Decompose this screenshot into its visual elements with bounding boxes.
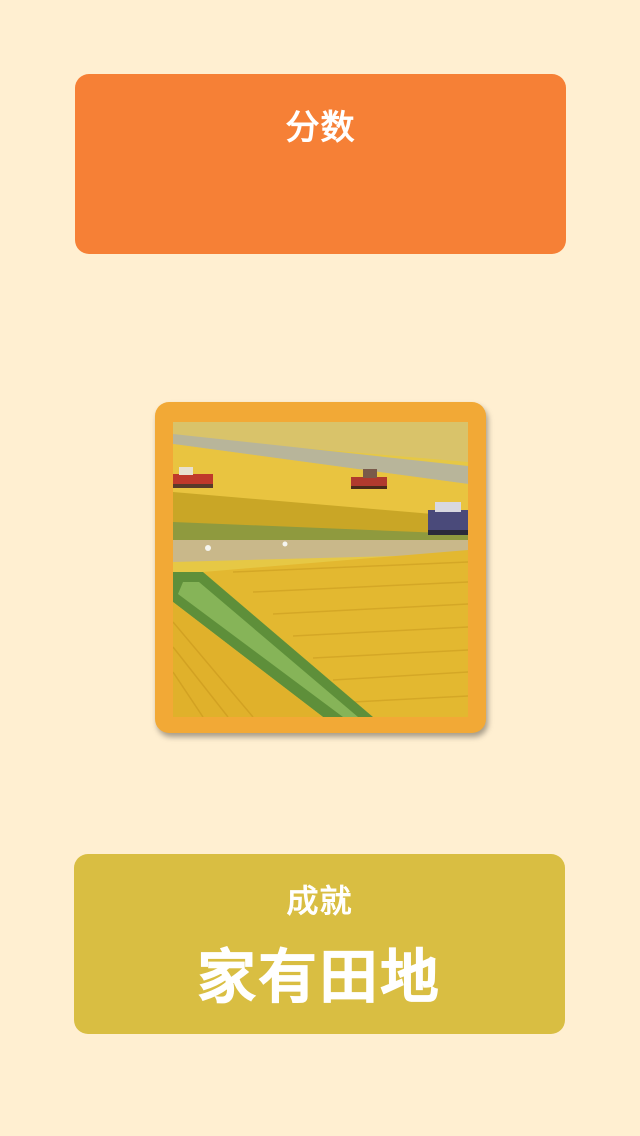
photo-frame[interactable]	[155, 402, 486, 733]
rice-field-image[interactable]	[173, 422, 468, 717]
score-label: 分数	[285, 108, 356, 148]
achievement-title: 家有田地	[197, 943, 442, 1012]
rice-field-illustration	[173, 422, 468, 717]
score-card: 分数	[75, 74, 566, 254]
achievement-card: 成就 家有田地	[74, 854, 565, 1034]
achievement-label: 成就	[286, 882, 353, 920]
